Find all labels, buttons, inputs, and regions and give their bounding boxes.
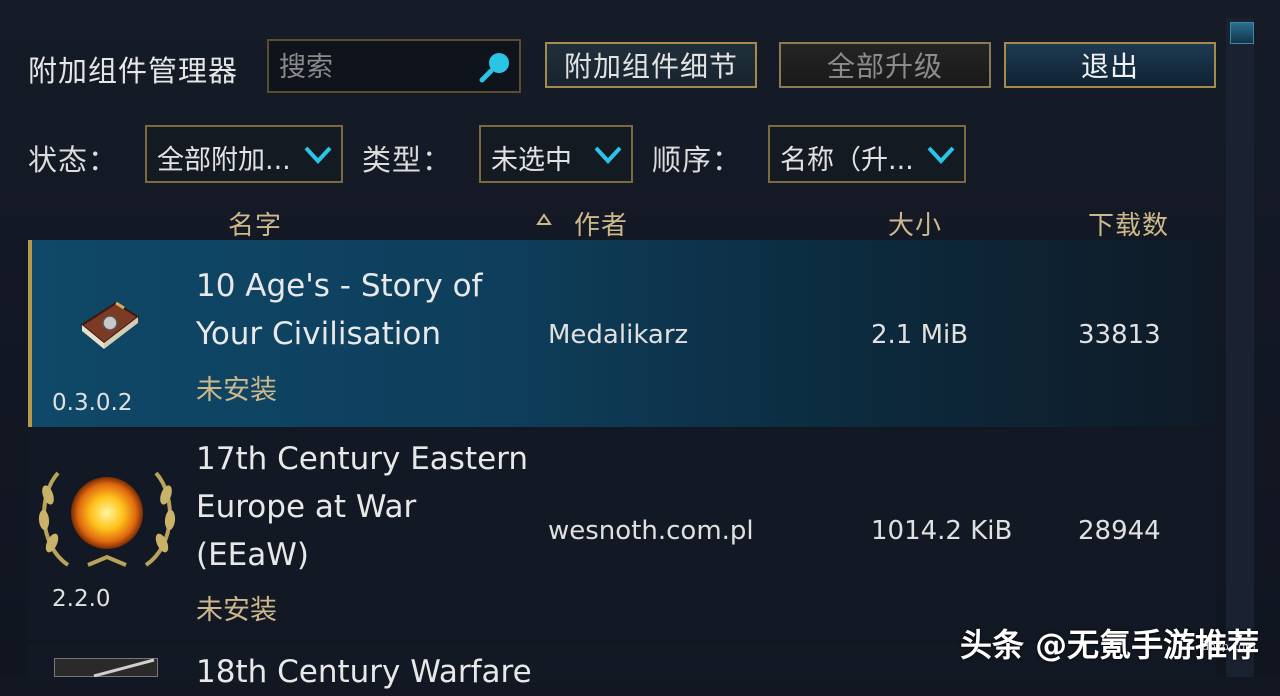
install-status: 未安装: [196, 595, 277, 626]
chevron-down-icon: [594, 146, 622, 164]
addon-version: 0.3.0.2: [52, 390, 133, 416]
addon-version: 2.2.0: [52, 586, 111, 612]
addon-name-line: 17th Century Eastern: [196, 441, 529, 477]
quit-button[interactable]: 退出: [1004, 42, 1216, 88]
search-icon[interactable]: [479, 49, 513, 83]
addon-name: 17th Century Eastern Europe at War (EEaW…: [196, 435, 536, 579]
column-header-size[interactable]: 大小: [888, 205, 942, 242]
addon-name-line: Your Civilisation: [196, 316, 442, 352]
scrollbar-track[interactable]: [1226, 18, 1254, 677]
search-input[interactable]: [277, 49, 481, 85]
addon-size: 2.1 MiB: [871, 320, 969, 350]
search-box[interactable]: [267, 39, 521, 93]
addon-name-line: 18th Century Warfare: [196, 654, 532, 690]
column-header-author[interactable]: 作者: [574, 205, 628, 242]
sword-icon: [54, 658, 158, 677]
status-filter-label: 状态：: [28, 143, 119, 177]
status-filter-value: 全部附加...: [157, 145, 291, 176]
addon-name-line: Europe at War (EEaW): [196, 489, 417, 573]
addon-name-line: 10 Age's - Story of: [196, 268, 483, 304]
laurel-explosion-icon: [38, 471, 176, 567]
order-filter-label: 顺序：: [652, 143, 743, 177]
addon-author: Medalikarz: [548, 320, 689, 350]
spellbook-icon: [80, 301, 140, 349]
watermark-logo: dnzp.com: [1202, 640, 1256, 653]
upgrade-all-button[interactable]: 全部升级: [779, 42, 991, 88]
addon-downloads: 33813: [1078, 320, 1161, 350]
install-status: 未安装: [196, 375, 277, 406]
column-header-downloads[interactable]: 下载数: [1088, 205, 1169, 242]
addon-size: 1014.2 KiB: [871, 516, 1013, 546]
order-filter-dropdown[interactable]: 名称（升...: [768, 125, 966, 183]
order-filter-value: 名称（升...: [780, 145, 914, 176]
type-filter-label: 类型：: [362, 143, 453, 177]
column-header-name[interactable]: 名字: [228, 205, 282, 242]
type-filter-value: 未选中: [491, 145, 572, 176]
addon-name: 10 Age's - Story of Your Civilisation: [196, 262, 536, 358]
scrollbar-thumb[interactable]: [1230, 22, 1254, 44]
type-filter-dropdown[interactable]: 未选中: [479, 125, 633, 183]
window-title: 附加组件管理器: [28, 54, 239, 88]
chevron-down-icon: [304, 146, 332, 164]
sort-ascending-icon: [536, 213, 552, 225]
chevron-down-icon: [927, 146, 955, 164]
addon-details-button[interactable]: 附加组件细节: [545, 42, 757, 88]
addon-name: 18th Century Warfare: [196, 648, 536, 696]
addon-author: wesnoth.com.pl: [548, 516, 754, 546]
status-filter-dropdown[interactable]: 全部附加...: [145, 125, 343, 183]
addon-downloads: 28944: [1078, 516, 1161, 546]
